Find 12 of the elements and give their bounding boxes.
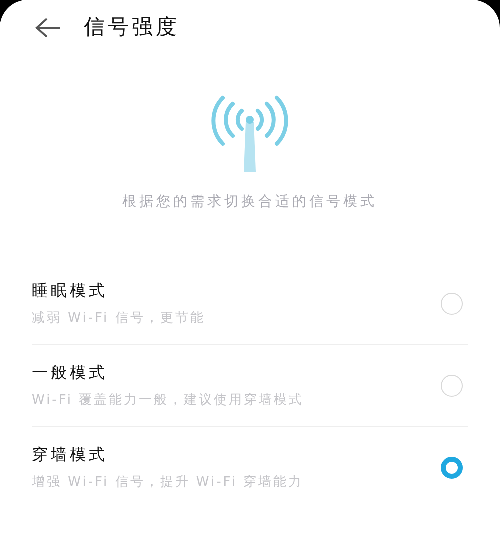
description-text: 根据您的需求切换合适的信号模式	[122, 193, 378, 212]
mode-title: 穿墙模式	[32, 444, 109, 466]
mode-description: 增强 Wi-Fi 信号，提升 Wi-Fi 穿墙能力	[32, 474, 304, 492]
page-title: 信号强度	[84, 14, 180, 42]
mode-title: 睡眠模式	[32, 280, 109, 302]
mode-description: Wi-Fi 覆盖能力一般，建议使用穿墙模式	[32, 392, 304, 410]
radio-button[interactable]	[441, 374, 463, 396]
back-arrow-icon	[35, 17, 61, 39]
radio-button[interactable]	[441, 292, 463, 314]
radio-button[interactable]	[441, 457, 463, 479]
mode-title: 一般模式	[32, 362, 109, 384]
mode-description: 减弱 Wi-Fi 信号，更节能	[32, 310, 206, 328]
